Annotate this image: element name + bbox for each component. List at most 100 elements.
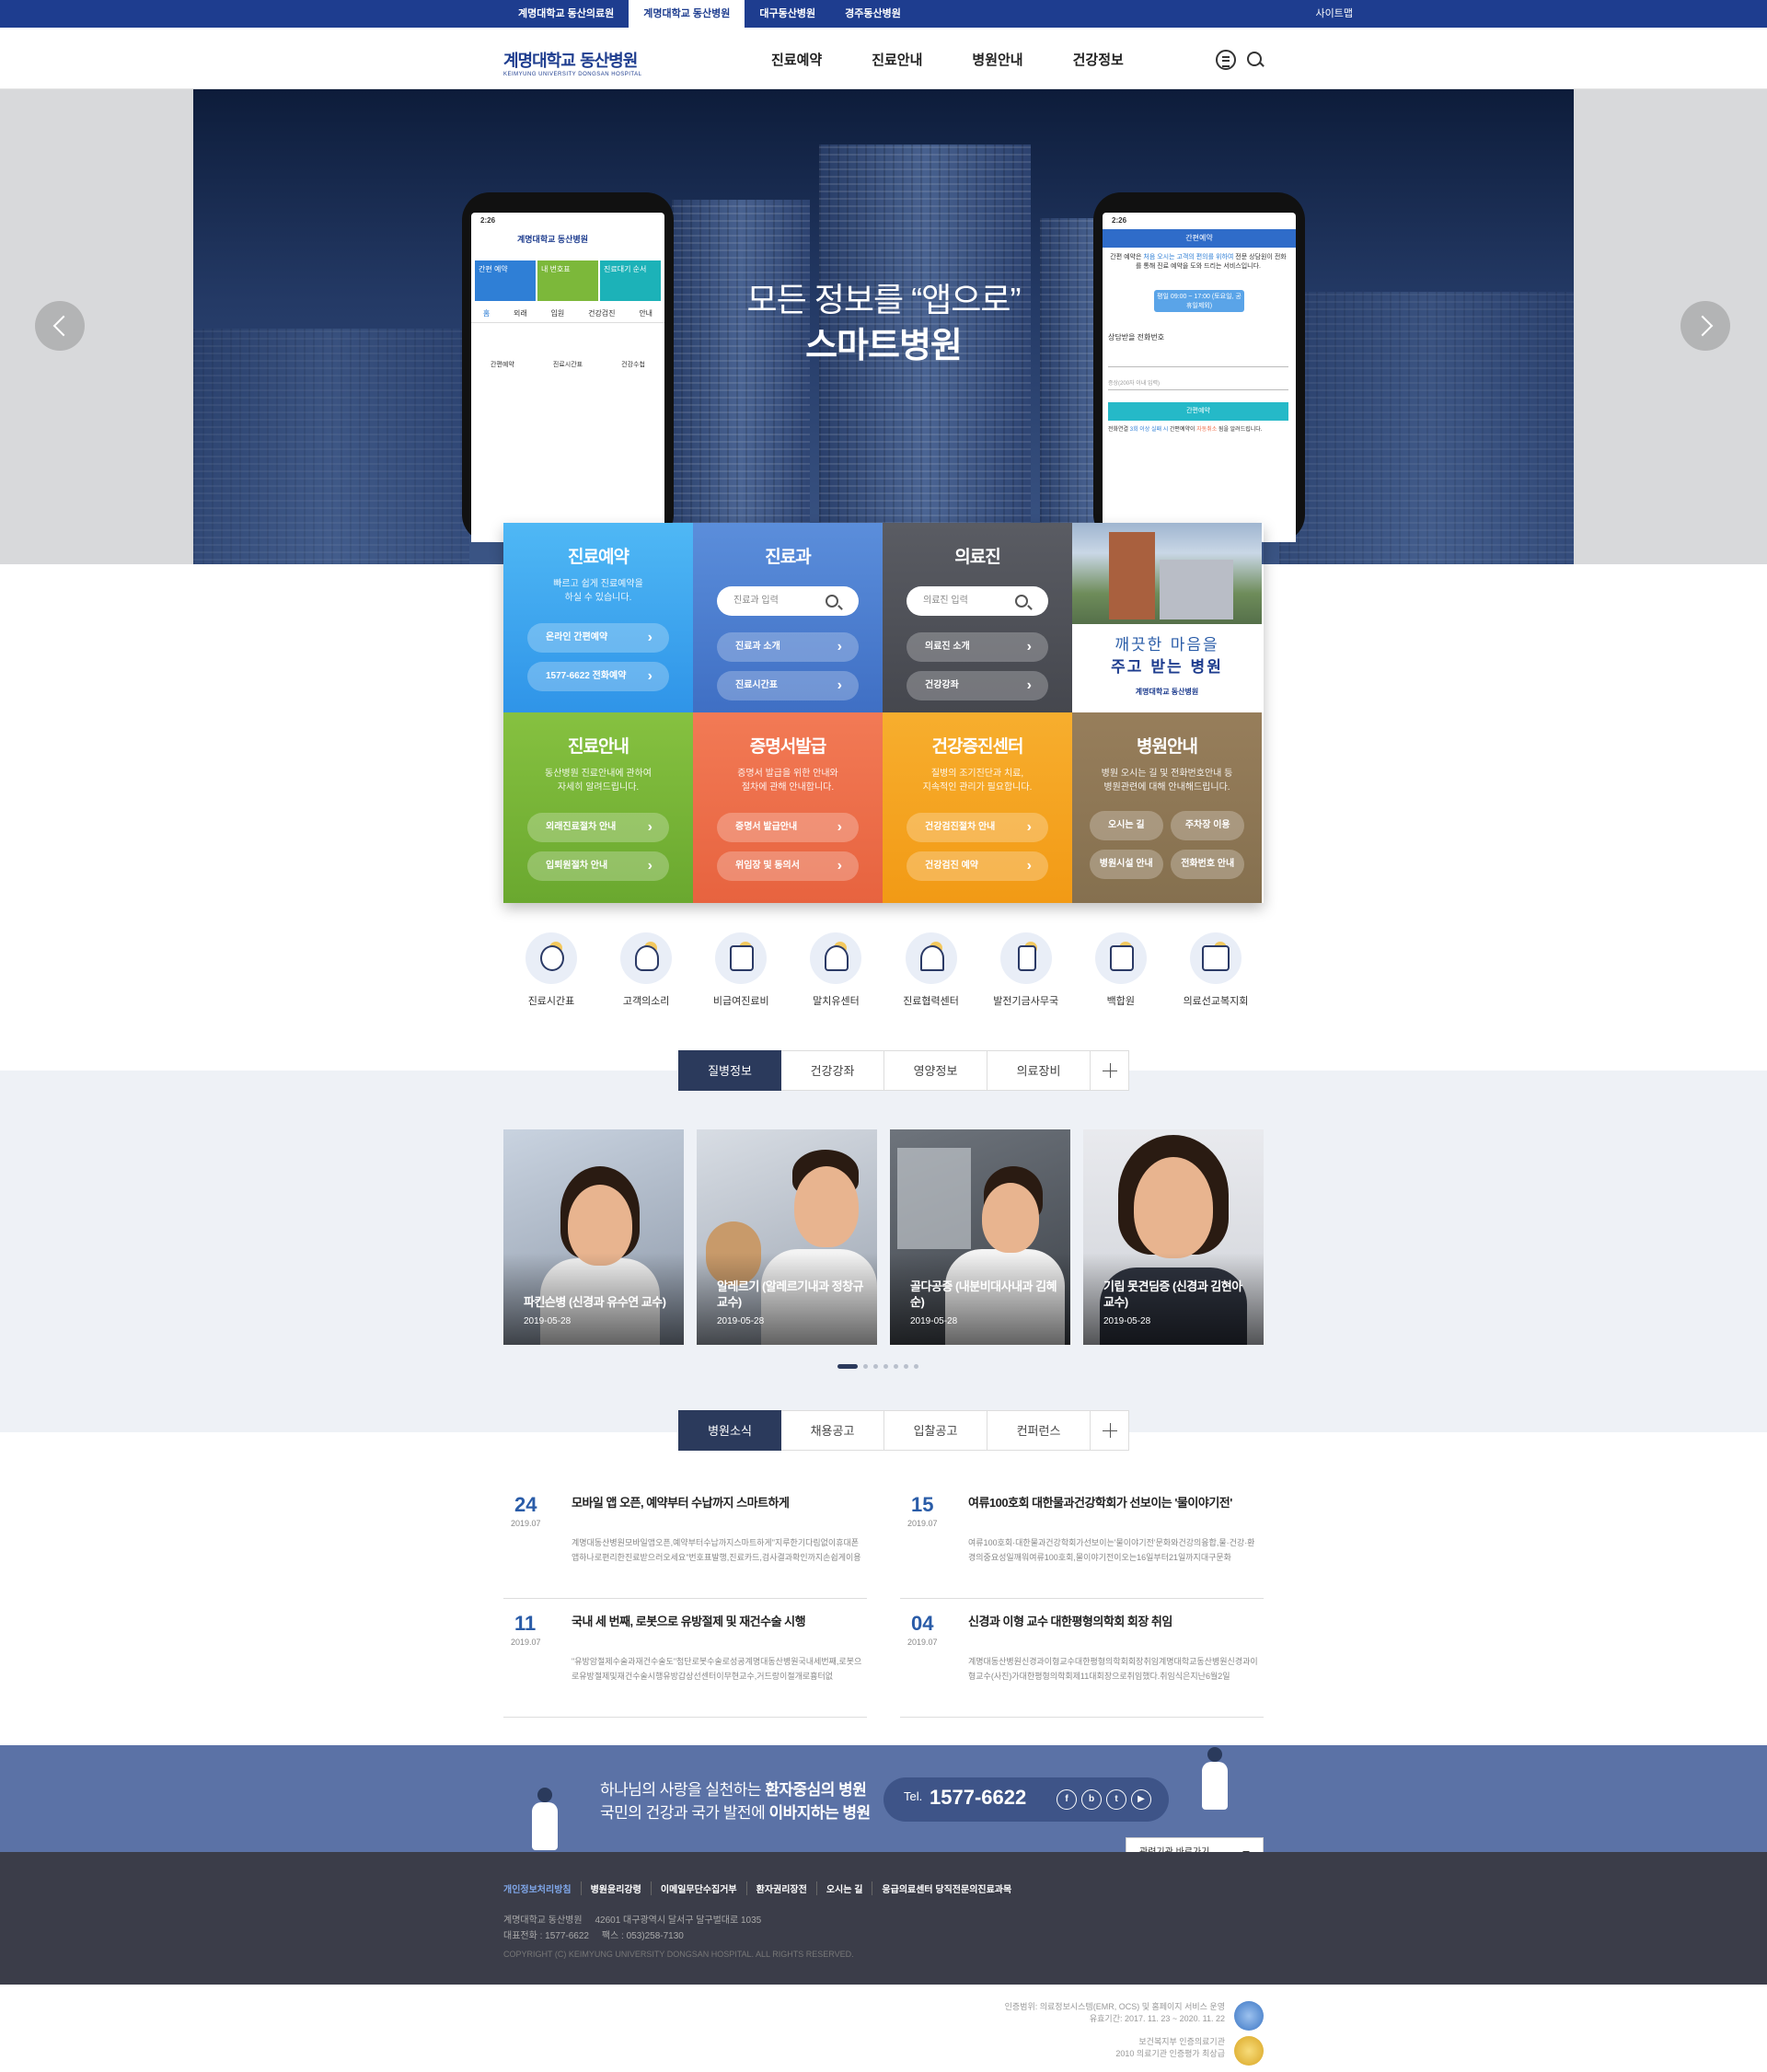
card-date: 2019-05-28 — [910, 1316, 958, 1326]
tab-nutrition[interactable]: 영양정보 — [884, 1050, 987, 1091]
doctor-intro-button[interactable]: 의료진 소개 — [907, 632, 1048, 662]
app-tab: 홈 — [482, 309, 491, 318]
site-tab[interactable]: 경주동산병원 — [830, 0, 916, 28]
footer-link[interactable]: 응급의료센터 당직전문의진료과목 — [872, 1881, 1021, 1895]
department-intro-button[interactable]: 진료과 소개 — [717, 632, 859, 662]
site-tab[interactable]: 계명대학교 동산의료원 — [503, 0, 629, 28]
blog-icon[interactable]: b — [1081, 1789, 1102, 1810]
online-reservation-button[interactable]: 온라인 간편예약 — [527, 623, 669, 653]
hero-building — [672, 200, 810, 564]
department-search-input[interactable]: 진료과 입력 — [717, 586, 859, 616]
nav-item[interactable]: 진료안내 — [872, 50, 922, 69]
nav-item[interactable]: 병원안내 — [972, 50, 1022, 69]
disease-tabs: 질병정보 건강강좌 영양정보 의료장비 — [678, 1050, 1129, 1091]
quick-link[interactable]: 의료선교복지회 — [1175, 932, 1256, 1008]
cert-line: 보건복지부 인증의료기관 — [1138, 2037, 1225, 2046]
disease-card[interactable]: 알레르기 (알레르기내과 정창규 교수) 2019-05-28 — [697, 1129, 877, 1345]
pagination-dot[interactable] — [914, 1364, 918, 1369]
hero-headline: 모든 정보를 “앱으로” — [746, 281, 1022, 318]
tab-conference[interactable]: 컨퍼런스 — [987, 1410, 1091, 1451]
next-slide-button[interactable] — [1680, 301, 1730, 351]
nav-item[interactable]: 진료예약 — [771, 50, 822, 69]
tab-health-lecture[interactable]: 건강강좌 — [781, 1050, 884, 1091]
pagination-dot[interactable] — [894, 1364, 898, 1369]
checkup-reservation-button[interactable]: 건강검진 예약 — [907, 851, 1048, 881]
tab-hospital-news[interactable]: 병원소식 — [678, 1410, 781, 1451]
news-yearmonth: 2019.07 — [511, 1519, 541, 1528]
more-plus-icon[interactable] — [1091, 1050, 1129, 1091]
tab-disease-info[interactable]: 질병정보 — [678, 1050, 781, 1091]
card-date: 2019-05-28 — [717, 1316, 765, 1326]
footer-link[interactable]: 오시는 길 — [815, 1881, 872, 1895]
card-title: 병원안내 — [1137, 737, 1198, 757]
disease-card[interactable]: 파킨슨병 (신경과 유수연 교수) 2019-05-28 — [503, 1129, 684, 1345]
site-tab[interactable]: 대구동산병원 — [745, 0, 830, 28]
tab-equipment[interactable]: 의료장비 — [987, 1050, 1091, 1091]
consent-form-button[interactable]: 위임장 및 동의서 — [717, 851, 859, 881]
pagination-dot[interactable] — [837, 1364, 858, 1369]
site-tab-active[interactable]: 계명대학교 동산병원 — [629, 0, 745, 28]
more-plus-icon[interactable] — [1091, 1410, 1129, 1451]
phone-reservation-button[interactable]: 1577-6622 전화예약 — [527, 662, 669, 691]
doctor-search-input[interactable]: 의료진 입력 — [907, 586, 1048, 616]
footer-link[interactable]: 환자권리장전 — [745, 1881, 816, 1895]
parking-button[interactable]: 주차장 이용 — [1171, 811, 1245, 840]
pagination-dot[interactable] — [884, 1364, 888, 1369]
quick-link[interactable]: 진료협력센터 — [891, 932, 972, 1008]
pagination-dot[interactable] — [904, 1364, 908, 1369]
quick-link[interactable]: 진료시간표 — [511, 932, 592, 1008]
news-summary: 계명대동산병원모바일앱오픈,예약부터수납까지스마트하게"지루한기다림없이휴대폰앱… — [572, 1538, 861, 1562]
footer-link-privacy[interactable]: 개인정보처리방침 — [503, 1881, 581, 1895]
footer-link[interactable]: 이메일무단수집거부 — [650, 1881, 746, 1895]
directions-button[interactable]: 오시는 길 — [1089, 811, 1163, 840]
facebook-icon[interactable]: f — [1057, 1789, 1077, 1810]
mission-text: 하나님의 사랑을 실천하는 — [600, 1781, 766, 1799]
footer-link[interactable]: 병원윤리강령 — [580, 1881, 651, 1895]
quick-link[interactable]: 발전기금사무국 — [986, 932, 1067, 1008]
app-phone-label: 상담받을 전화번호 — [1108, 333, 1165, 341]
youtube-icon[interactable]: ▶ — [1131, 1789, 1151, 1810]
news-list: 24 2019.07 모바일 앱 오픈, 예약부터 수납까지 스마트하게 계명대… — [503, 1480, 1264, 1718]
card-hospital-image[interactable]: 깨끗한 마음을 주고 받는 병원 계명대학교 동산병원 — [1072, 523, 1262, 712]
twitter-icon[interactable]: t — [1106, 1789, 1126, 1810]
contact-line: 대표전화 : 1577-6622 팩스 : 053)258-7130 — [503, 1931, 684, 1941]
quick-link[interactable]: 고객의소리 — [606, 932, 687, 1008]
tab-bid[interactable]: 입찰공고 — [884, 1410, 987, 1451]
phonebook-button[interactable]: 전화번호 안내 — [1171, 850, 1245, 879]
lamp-icon — [525, 932, 577, 984]
quick-link[interactable]: 말치유센터 — [795, 932, 876, 1008]
disease-card[interactable]: 골다공증 (내분비대사내과 김혜순) 2019-05-28 — [890, 1129, 1070, 1345]
quick-icon-row: 진료시간표 고객의소리 비급여진료비 말치유센터 진료협력센터 발전기금사무국 … — [503, 932, 1264, 1008]
checkup-guide-button[interactable]: 건강검진절차 안내 — [907, 813, 1048, 842]
pagination-dot[interactable] — [873, 1364, 878, 1369]
health-lecture-button[interactable]: 건강강좌 — [907, 671, 1048, 700]
news-item[interactable]: 04 2019.07 신경과 이형 교수 대한평형의학회 회장 취임 계명대동산… — [900, 1599, 1264, 1718]
search-icon[interactable] — [1245, 50, 1265, 70]
disease-card[interactable]: 기립 못견딤증 (신경과 김현아 교수) 2019-05-28 — [1083, 1129, 1264, 1345]
prev-slide-button[interactable] — [35, 301, 85, 351]
pagination-dot[interactable] — [863, 1364, 868, 1369]
quick-link[interactable]: 비급여진료비 — [700, 932, 781, 1008]
news-item[interactable]: 11 2019.07 국내 세 번째, 로봇으로 유방절제 및 재건수술 시행 … — [503, 1599, 867, 1718]
building-icon — [1189, 932, 1242, 984]
top-site-bar: 계명대학교 동산의료원 계명대학교 동산병원 대구동산병원 경주동산병원 사이트… — [0, 0, 1767, 28]
certificate-guide-button[interactable]: 증명서 발급안내 — [717, 813, 859, 842]
sitemap-link[interactable]: 사이트맵 — [1316, 0, 1353, 28]
news-summary: "유방암절제수술과재건수술도"첨단로봇수술로성공계명대동산병원국내세번째,로봇으… — [572, 1657, 862, 1681]
quick-link[interactable]: 백합원 — [1080, 932, 1161, 1008]
cert-line: 인증범위: 의료정보시스템(EMR, OCS) 및 홈페이지 서비스 운영 — [1004, 2002, 1225, 2011]
news-item[interactable]: 24 2019.07 모바일 앱 오픈, 예약부터 수납까지 스마트하게 계명대… — [503, 1480, 867, 1599]
schedule-button[interactable]: 진료시간표 — [717, 671, 859, 700]
facility-button[interactable]: 병원시설 안내 — [1089, 850, 1163, 879]
news-item[interactable]: 15 2019.07 여류100호회 대한물과건강학회가 선보이는 '물이야기전… — [900, 1480, 1264, 1599]
tel-number[interactable]: 1577-6622 — [930, 1786, 1026, 1810]
news-tabs: 병원소식 채용공고 입찰공고 컨퍼런스 — [678, 1410, 1129, 1451]
tab-recruit[interactable]: 채용공고 — [781, 1410, 884, 1451]
admission-guide-button[interactable]: 입퇴원절차 안내 — [527, 851, 669, 881]
nav-item[interactable]: 건강정보 — [1073, 50, 1124, 69]
sns-links: f b t ▶ — [1057, 1789, 1151, 1810]
outpatient-guide-button[interactable]: 외래진료절차 안내 — [527, 813, 669, 842]
menu-icon[interactable] — [1216, 50, 1236, 70]
logo[interactable]: 계명대학교 동산병원 KEIMYUNG UNIVERSITY DONGSAN H… — [503, 48, 641, 77]
news-day: 24 — [514, 1493, 537, 1516]
